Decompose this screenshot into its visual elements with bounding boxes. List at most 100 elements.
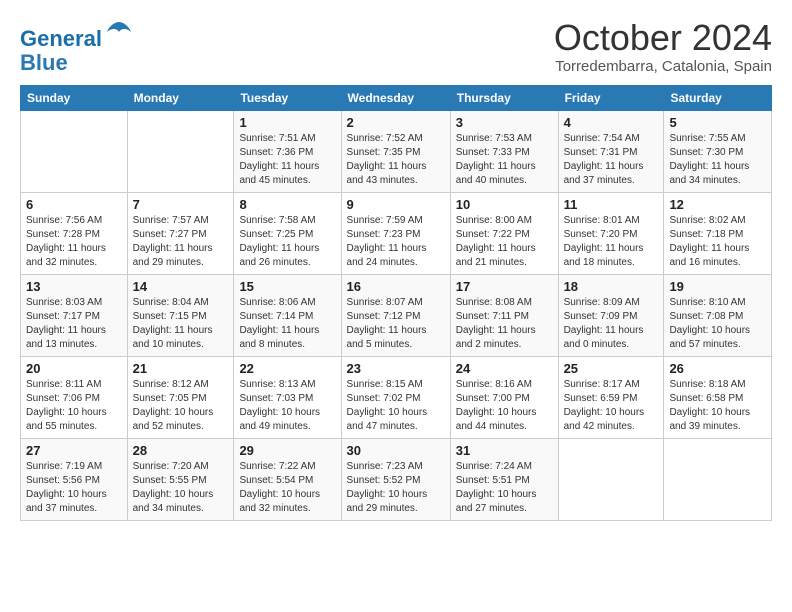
day-detail: Sunrise: 8:06 AM Sunset: 7:14 PM Dayligh… <box>239 296 335 352</box>
day-number: 30 <box>347 443 445 458</box>
day-number: 10 <box>456 197 553 212</box>
calendar-cell: 4Sunrise: 7:54 AM Sunset: 7:31 PM Daylig… <box>558 111 664 193</box>
day-number: 1 <box>239 115 335 130</box>
day-number: 9 <box>347 197 445 212</box>
day-detail: Sunrise: 7:23 AM Sunset: 5:52 PM Dayligh… <box>347 460 445 516</box>
calendar-body: 1 Sunrise: 7:51 AM Sunset: 7:36 PM Daylig… <box>21 111 772 521</box>
day-detail: Sunrise: 8:13 AM Sunset: 7:03 PM Dayligh… <box>239 378 335 434</box>
calendar-cell: 29 Sunrise: 7:22 AM Sunset: 5:54 PM Dayli… <box>234 439 341 521</box>
calendar-cell: 24 Sunrise: 8:16 AM Sunset: 7:00 PM Dayli… <box>450 357 558 439</box>
calendar-cell: 5 Sunrise: 7:55 AM Sunset: 7:30 PM Daylig… <box>664 111 772 193</box>
day-detail: Sunrise: 7:20 AM Sunset: 5:55 PM Dayligh… <box>133 460 229 516</box>
day-number: 11 <box>564 197 659 212</box>
calendar-cell: 10 Sunrise: 8:00 AM Sunset: 7:22 PM Dayli… <box>450 193 558 275</box>
calendar-week-row: 6Sunrise: 7:56 AM Sunset: 7:28 PM Daylig… <box>21 193 772 275</box>
calendar-cell <box>664 439 772 521</box>
calendar-cell: 15 Sunrise: 8:06 AM Sunset: 7:14 PM Dayli… <box>234 275 341 357</box>
location: Torredembarra, Catalonia, Spain <box>554 58 772 75</box>
calendar-cell: 18 Sunrise: 8:09 AM Sunset: 7:09 PM Dayli… <box>558 275 664 357</box>
day-of-week-header: Monday <box>127 86 234 111</box>
logo: General Blue <box>20 18 133 75</box>
day-detail: Sunrise: 8:07 AM Sunset: 7:12 PM Dayligh… <box>347 296 445 352</box>
day-number: 5 <box>669 115 766 130</box>
day-detail: Sunrise: 7:56 AM Sunset: 7:28 PM Dayligh… <box>26 214 122 270</box>
day-detail: Sunrise: 7:24 AM Sunset: 5:51 PM Dayligh… <box>456 460 553 516</box>
day-number: 27 <box>26 443 122 458</box>
calendar-cell: 11 Sunrise: 8:01 AM Sunset: 7:20 PM Dayli… <box>558 193 664 275</box>
day-number: 24 <box>456 361 553 376</box>
calendar-cell: 16Sunrise: 8:07 AM Sunset: 7:12 PM Dayli… <box>341 275 450 357</box>
calendar-week-row: 13Sunrise: 8:03 AM Sunset: 7:17 PM Dayli… <box>21 275 772 357</box>
logo-line2: Blue <box>20 50 68 75</box>
calendar-cell <box>127 111 234 193</box>
calendar-cell: 28Sunrise: 7:20 AM Sunset: 5:55 PM Dayli… <box>127 439 234 521</box>
calendar-cell: 7Sunrise: 7:57 AM Sunset: 7:27 PM Daylig… <box>127 193 234 275</box>
logo-text: General <box>20 18 133 51</box>
day-number: 21 <box>133 361 229 376</box>
day-detail: Sunrise: 7:22 AM Sunset: 5:54 PM Dayligh… <box>239 460 335 516</box>
day-detail: Sunrise: 8:11 AM Sunset: 7:06 PM Dayligh… <box>26 378 122 434</box>
day-of-week-header: Saturday <box>664 86 772 111</box>
logo-line2-text: Blue <box>20 51 133 75</box>
calendar-cell <box>558 439 664 521</box>
day-detail: Sunrise: 7:53 AM Sunset: 7:33 PM Dayligh… <box>456 132 553 188</box>
day-of-week-header: Sunday <box>21 86 128 111</box>
calendar-cell: 30 Sunrise: 7:23 AM Sunset: 5:52 PM Dayli… <box>341 439 450 521</box>
header-row: SundayMondayTuesdayWednesdayThursdayFrid… <box>21 86 772 111</box>
day-number: 8 <box>239 197 335 212</box>
day-number: 2 <box>347 115 445 130</box>
calendar-cell: 12 Sunrise: 8:02 AM Sunset: 7:18 PM Dayli… <box>664 193 772 275</box>
month-title: October 2024 <box>554 18 772 58</box>
day-detail: Sunrise: 8:15 AM Sunset: 7:02 PM Dayligh… <box>347 378 445 434</box>
day-detail: Sunrise: 8:00 AM Sunset: 7:22 PM Dayligh… <box>456 214 553 270</box>
day-detail: Sunrise: 8:18 AM Sunset: 6:58 PM Dayligh… <box>669 378 766 434</box>
day-number: 12 <box>669 197 766 212</box>
calendar-cell: 26Sunrise: 8:18 AM Sunset: 6:58 PM Dayli… <box>664 357 772 439</box>
day-detail: Sunrise: 8:02 AM Sunset: 7:18 PM Dayligh… <box>669 214 766 270</box>
day-detail: Sunrise: 8:01 AM Sunset: 7:20 PM Dayligh… <box>564 214 659 270</box>
day-number: 23 <box>347 361 445 376</box>
day-detail: Sunrise: 8:17 AM Sunset: 6:59 PM Dayligh… <box>564 378 659 434</box>
calendar-cell: 9 Sunrise: 7:59 AM Sunset: 7:23 PM Daylig… <box>341 193 450 275</box>
calendar-cell: 1 Sunrise: 7:51 AM Sunset: 7:36 PM Daylig… <box>234 111 341 193</box>
header: General Blue October 2024 Torredembarra,… <box>20 18 772 75</box>
day-number: 19 <box>669 279 766 294</box>
calendar-cell: 27Sunrise: 7:19 AM Sunset: 5:56 PM Dayli… <box>21 439 128 521</box>
calendar-cell: 14Sunrise: 8:04 AM Sunset: 7:15 PM Dayli… <box>127 275 234 357</box>
day-detail: Sunrise: 8:10 AM Sunset: 7:08 PM Dayligh… <box>669 296 766 352</box>
calendar-week-row: 1 Sunrise: 7:51 AM Sunset: 7:36 PM Daylig… <box>21 111 772 193</box>
day-number: 4 <box>564 115 659 130</box>
calendar-cell: 13Sunrise: 8:03 AM Sunset: 7:17 PM Dayli… <box>21 275 128 357</box>
day-detail: Sunrise: 7:55 AM Sunset: 7:30 PM Dayligh… <box>669 132 766 188</box>
day-number: 7 <box>133 197 229 212</box>
day-detail: Sunrise: 8:04 AM Sunset: 7:15 PM Dayligh… <box>133 296 229 352</box>
day-of-week-header: Wednesday <box>341 86 450 111</box>
calendar-cell: 25Sunrise: 8:17 AM Sunset: 6:59 PM Dayli… <box>558 357 664 439</box>
calendar-cell: 3 Sunrise: 7:53 AM Sunset: 7:33 PM Daylig… <box>450 111 558 193</box>
logo-bird-icon <box>105 18 133 46</box>
calendar-cell: 19 Sunrise: 8:10 AM Sunset: 7:08 PM Dayli… <box>664 275 772 357</box>
day-number: 20 <box>26 361 122 376</box>
page: General Blue October 2024 Torredembarra,… <box>0 0 792 531</box>
day-number: 13 <box>26 279 122 294</box>
calendar-cell: 2Sunrise: 7:52 AM Sunset: 7:35 PM Daylig… <box>341 111 450 193</box>
title-block: October 2024 Torredembarra, Catalonia, S… <box>554 18 772 75</box>
day-detail: Sunrise: 7:51 AM Sunset: 7:36 PM Dayligh… <box>239 132 335 188</box>
day-number: 17 <box>456 279 553 294</box>
day-number: 18 <box>564 279 659 294</box>
day-of-week-header: Tuesday <box>234 86 341 111</box>
calendar-cell: 21 Sunrise: 8:12 AM Sunset: 7:05 PM Dayli… <box>127 357 234 439</box>
calendar-week-row: 27Sunrise: 7:19 AM Sunset: 5:56 PM Dayli… <box>21 439 772 521</box>
calendar-cell: 17 Sunrise: 8:08 AM Sunset: 7:11 PM Dayli… <box>450 275 558 357</box>
calendar-header: SundayMondayTuesdayWednesdayThursdayFrid… <box>21 86 772 111</box>
day-number: 3 <box>456 115 553 130</box>
day-detail: Sunrise: 8:09 AM Sunset: 7:09 PM Dayligh… <box>564 296 659 352</box>
day-detail: Sunrise: 8:12 AM Sunset: 7:05 PM Dayligh… <box>133 378 229 434</box>
day-detail: Sunrise: 8:16 AM Sunset: 7:00 PM Dayligh… <box>456 378 553 434</box>
day-number: 15 <box>239 279 335 294</box>
day-detail: Sunrise: 7:59 AM Sunset: 7:23 PM Dayligh… <box>347 214 445 270</box>
calendar-cell: 31Sunrise: 7:24 AM Sunset: 5:51 PM Dayli… <box>450 439 558 521</box>
day-number: 29 <box>239 443 335 458</box>
calendar-week-row: 20 Sunrise: 8:11 AM Sunset: 7:06 PM Dayli… <box>21 357 772 439</box>
day-detail: Sunrise: 8:08 AM Sunset: 7:11 PM Dayligh… <box>456 296 553 352</box>
